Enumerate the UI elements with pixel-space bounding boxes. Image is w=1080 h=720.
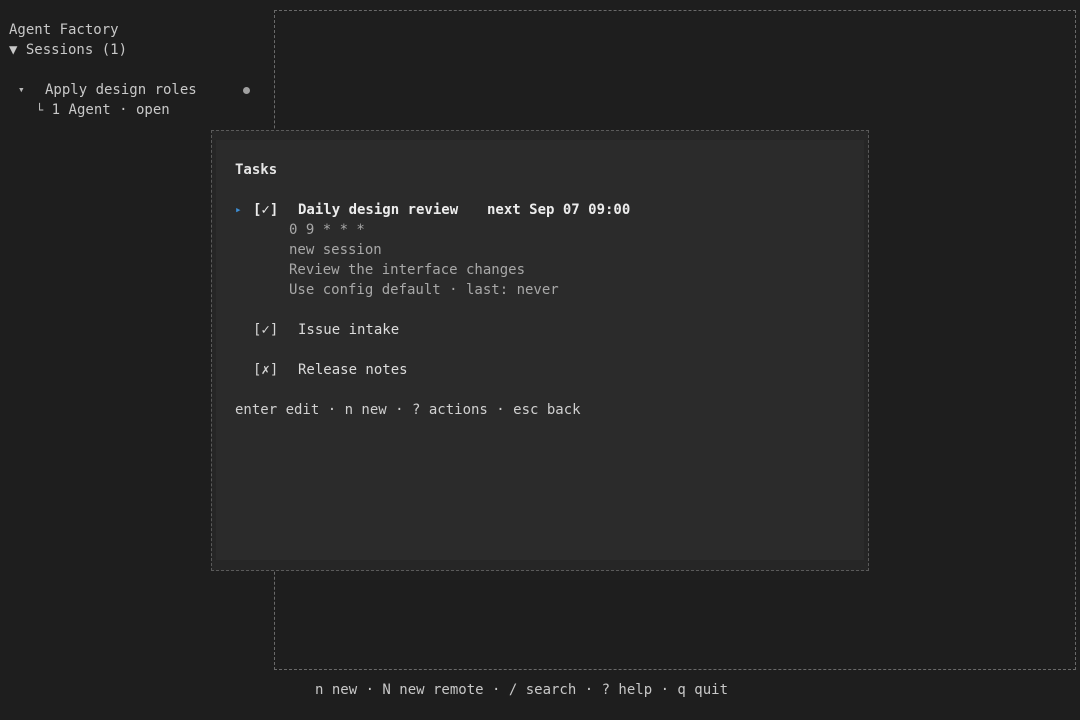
task-schedule: 0 9 * * * (289, 222, 365, 238)
task-config-info: Use config default · last: never (289, 282, 559, 298)
task-disabled-checkbox[interactable]: [✗] (253, 361, 278, 379)
session-status-dot-icon (243, 87, 250, 94)
task-item-release-notes[interactable]: [✗] Release notes (235, 361, 408, 433)
task-prompt: Review the interface changes (289, 262, 526, 278)
task-enabled-checkbox[interactable]: [✓] (253, 321, 278, 339)
session-item[interactable]: ▾ Apply design roles (18, 81, 258, 99)
task-session-mode: new session (289, 242, 382, 258)
modal-title: Tasks (235, 162, 278, 178)
session-agent-item[interactable]: └ 1 Agent · open (36, 101, 170, 119)
app-title: Agent Factory (9, 22, 119, 38)
sessions-header[interactable]: ▼ Sessions (1) (9, 41, 127, 59)
tree-branch-icon: └ (36, 103, 44, 117)
selection-pointer-icon: ▸ (235, 203, 242, 216)
collapse-caret-icon[interactable]: ▾ (18, 81, 25, 99)
session-title: Apply design roles (45, 82, 197, 98)
task-name: Issue intake (298, 322, 400, 338)
modal-key-hints: enter edit · n new · ? actions · esc bac… (235, 402, 581, 418)
task-next-run: next Sep 07 09:00 (487, 202, 631, 218)
tasks-modal-frame: Tasks ▸ [✓] Daily design review next Sep… (211, 130, 869, 571)
tasks-modal: Tasks ▸ [✓] Daily design review next Sep… (216, 140, 864, 560)
task-enabled-checkbox[interactable]: [✓] (253, 201, 278, 219)
task-name: Release notes (298, 362, 408, 378)
status-bar-hints: n new · N new remote · / search · ? help… (315, 682, 729, 698)
session-agent-label: 1 Agent · open (51, 102, 170, 118)
task-name: Daily design review (298, 202, 459, 218)
app-root: Agent Factory ▼ Sessions (1) ▾ Apply des… (0, 0, 1080, 720)
